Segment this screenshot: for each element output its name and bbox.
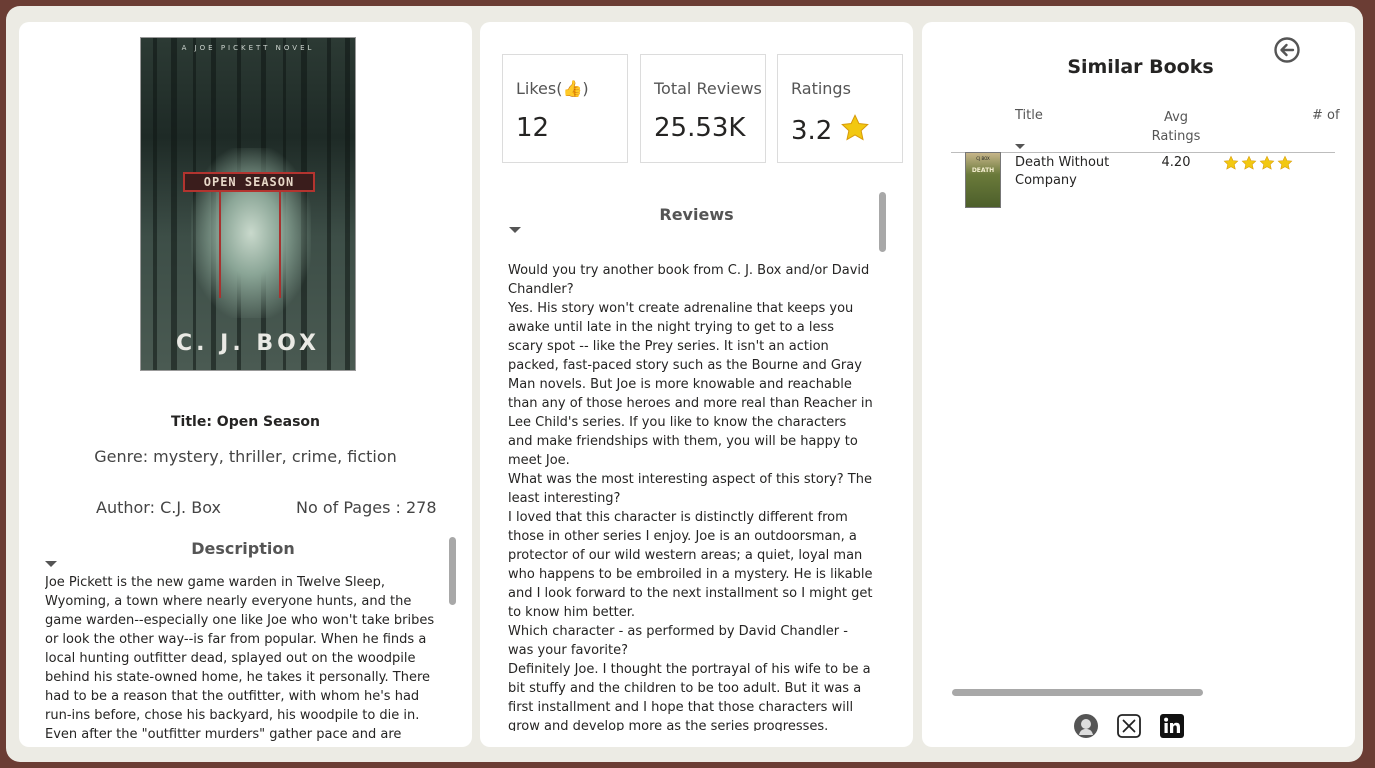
similar-book-avg-rating: 4.20 bbox=[1161, 155, 1191, 170]
review-paragraph: I loved that this character is distinctl… bbox=[508, 510, 873, 620]
cover-author-text: C. J. BOX bbox=[175, 331, 320, 356]
cover-series-text: A JOE PICKETT NOVEL bbox=[181, 44, 315, 52]
column-header-title[interactable]: Title bbox=[1015, 108, 1043, 123]
total-reviews-value: 25.53K bbox=[654, 113, 746, 143]
review-paragraph: Which character - as performed by David … bbox=[508, 624, 848, 658]
reviews-scrollbar[interactable] bbox=[879, 192, 886, 252]
book-genre: Genre: mystery, thriller, crime, fiction bbox=[94, 447, 397, 466]
book-title: Title: Open Season bbox=[19, 414, 472, 430]
table-header-divider bbox=[951, 152, 1335, 153]
star-icon bbox=[1277, 155, 1293, 170]
total-reviews-label: Total Reviews bbox=[654, 79, 762, 98]
description-heading: Description bbox=[191, 539, 295, 558]
book-author: Author: C.J. Box bbox=[96, 498, 221, 517]
github-icon[interactable] bbox=[1073, 713, 1099, 739]
column-header-avg-ratings[interactable]: Avg Ratings bbox=[1148, 108, 1204, 146]
ratings-value: 3.2 bbox=[791, 116, 833, 146]
review-paragraph: Definitely Joe. I thought the portrayal … bbox=[508, 662, 871, 731]
star-icon bbox=[1241, 155, 1257, 170]
book-title-label: Title: bbox=[170, 414, 212, 430]
similar-books-heading: Similar Books bbox=[1067, 56, 1214, 78]
x-icon[interactable] bbox=[1116, 713, 1142, 739]
total-reviews-card: Total Reviews 25.53K bbox=[640, 54, 766, 163]
star-icon bbox=[1259, 155, 1275, 170]
thumbs-up-icon: 👍 bbox=[562, 79, 583, 98]
review-paragraph: What was the most interesting aspect of … bbox=[508, 472, 872, 506]
description-scrollbar[interactable] bbox=[449, 537, 456, 605]
book-pages: No of Pages : 278 bbox=[296, 498, 437, 517]
reviews-caret-icon[interactable] bbox=[509, 227, 521, 233]
ratings-value-wrap: 3.2 bbox=[791, 113, 870, 146]
ratings-label: Ratings bbox=[791, 79, 851, 98]
column-header-num-ratings[interactable]: # of bbox=[1312, 108, 1340, 123]
likes-card: Likes(👍) 12 bbox=[502, 54, 628, 163]
similar-books-panel: Similar Books Title Avg Ratings # of CJ … bbox=[922, 22, 1355, 747]
book-title-value: Open Season bbox=[216, 414, 320, 430]
review-paragraph: Yes. His story won't create adrenaline t… bbox=[508, 301, 873, 468]
reviews-heading: Reviews bbox=[659, 205, 734, 224]
star-icon bbox=[1223, 155, 1239, 170]
reviews-text: Would you try another book from C. J. Bo… bbox=[508, 261, 873, 731]
sort-caret-icon[interactable] bbox=[1015, 144, 1025, 149]
likes-value: 12 bbox=[516, 113, 550, 143]
similar-book-stars bbox=[1223, 155, 1293, 171]
similar-book-thumbnail: CJ BOX DEATH bbox=[965, 152, 1001, 208]
cover-red-line bbox=[279, 188, 281, 298]
star-icon bbox=[841, 114, 870, 141]
book-cover-image: A JOE PICKETT NOVEL OPEN SEASON C. J. BO… bbox=[140, 37, 356, 371]
review-paragraph: Would you try another book from C. J. Bo… bbox=[508, 263, 870, 297]
linkedin-icon[interactable] bbox=[1159, 713, 1185, 739]
table-horizontal-scrollbar[interactable] bbox=[952, 689, 1203, 696]
similar-book-title: Death Without Company bbox=[1015, 155, 1110, 188]
description-text: Joe Pickett is the new game warden in Tw… bbox=[45, 575, 435, 747]
book-details-panel: A JOE PICKETT NOVEL OPEN SEASON C. J. BO… bbox=[19, 22, 472, 747]
stats-reviews-panel: Likes(👍) 12 Total Reviews 25.53K Ratings… bbox=[480, 22, 913, 747]
cover-title-text: OPEN SEASON bbox=[183, 172, 315, 192]
likes-label: Likes(👍) bbox=[516, 79, 589, 98]
cover-red-line bbox=[219, 188, 221, 298]
description-caret-icon[interactable] bbox=[45, 561, 57, 567]
ratings-card: Ratings 3.2 bbox=[777, 54, 903, 163]
